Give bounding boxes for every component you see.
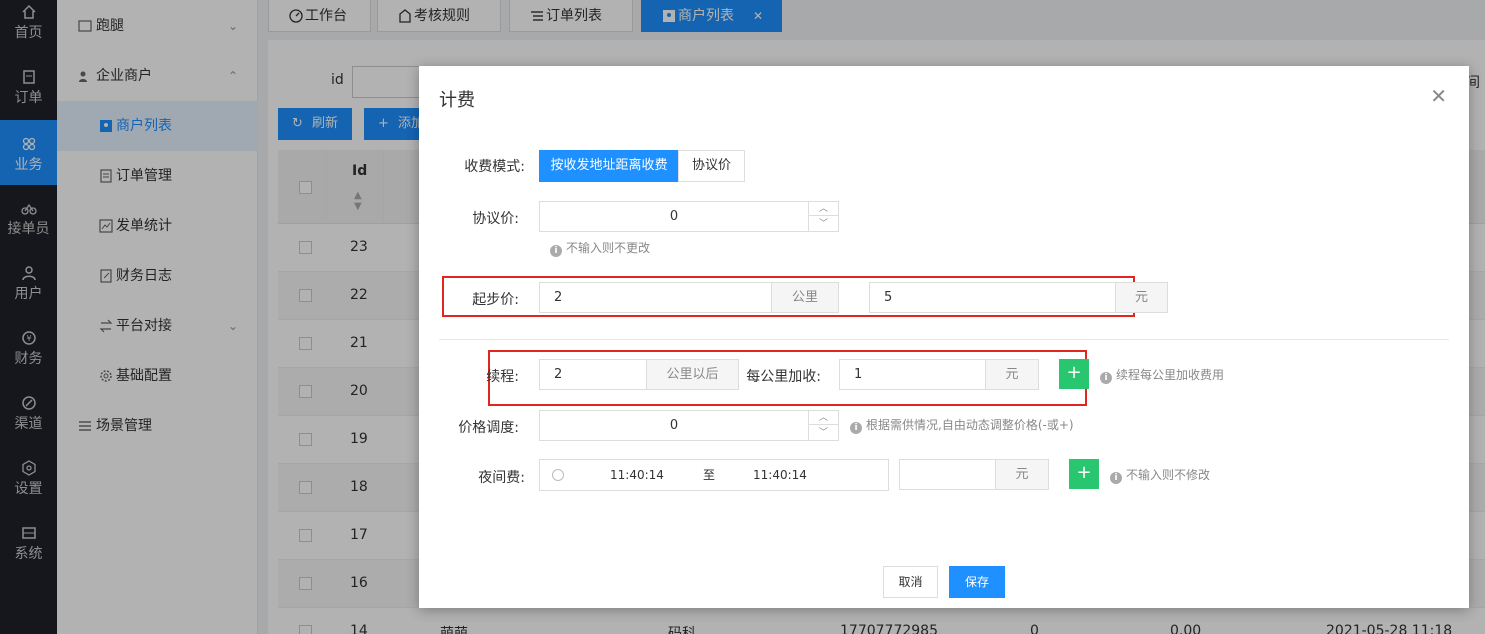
billing-dialog: 计费 ✕ 收费模式: 按收发地址距离收费 协议价 协议价: 0 ︿ ﹀ i 不输入… (419, 66, 1469, 608)
night-end-time[interactable]: 11:40:14 (753, 460, 807, 490)
continue-km-value: 2 (554, 367, 563, 382)
info-icon: i (1110, 472, 1122, 484)
per-km-input[interactable]: 1 (839, 359, 987, 390)
price-adjust-value: 0 (669, 418, 679, 433)
cancel-button[interactable]: 取消 (883, 566, 938, 598)
price-adjust-hint: i 根据需供情况,自由动态调整价格(-或+) (850, 416, 1074, 434)
night-fee-input[interactable] (899, 459, 997, 490)
dialog-title: 计费 (439, 90, 475, 111)
price-adjust-hint-text: 根据需供情况,自由动态调整价格(-或+) (866, 418, 1074, 432)
add-night-fee-button[interactable]: + (1069, 459, 1099, 489)
night-fee-hint-text: 不输入则不修改 (1126, 468, 1211, 482)
charge-mode-label: 收费模式: (464, 159, 525, 175)
chevron-down-icon[interactable]: ﹀ (809, 217, 838, 231)
start-price-input[interactable]: 5 (869, 282, 1116, 313)
continue-hint-text: 续程每公里加收费用 (1116, 368, 1225, 382)
agreement-price-value: 0 (669, 209, 679, 224)
agreement-hint: i 不输入则不更改 (550, 239, 650, 257)
time-range-separator: 至 (703, 468, 716, 482)
night-start-time[interactable]: 11:40:14 (610, 460, 664, 490)
chevron-up-icon[interactable]: ︿ (809, 202, 838, 216)
chevron-up-icon[interactable]: ︿ (809, 411, 838, 425)
start-price-label: 起步价: (472, 292, 519, 308)
add-continue-button[interactable]: + (1059, 359, 1089, 389)
start-price-value: 5 (884, 290, 893, 305)
start-price-unit: 元 (1115, 282, 1168, 313)
per-km-unit: 元 (985, 359, 1039, 390)
section-divider (439, 339, 1449, 340)
mode-agreement-button[interactable]: 协议价 (678, 150, 745, 182)
info-icon: i (850, 422, 862, 434)
start-km-value: 2 (554, 290, 563, 305)
agreement-hint-text: 不输入则不更改 (566, 241, 651, 255)
night-fee-unit: 元 (995, 459, 1049, 490)
mode-distance-button[interactable]: 按收发地址距离收费 (539, 150, 679, 182)
close-icon[interactable]: ✕ (1430, 84, 1447, 108)
price-adjust-label: 价格调度: (458, 420, 519, 436)
night-time-range[interactable]: 11:40:14 至 11:40:14 (539, 459, 889, 491)
chevron-down-icon[interactable]: ﹀ (809, 426, 838, 440)
per-km-value: 1 (854, 367, 863, 382)
continue-label: 续程: (486, 369, 519, 385)
continue-km-unit: 公里以后 (646, 359, 739, 390)
start-km-input[interactable]: 2 (539, 282, 772, 313)
clock-icon (552, 469, 564, 481)
info-icon: i (1100, 372, 1112, 384)
continue-hint: i 续程每公里加收费用 (1100, 366, 1224, 384)
start-km-unit: 公里 (771, 282, 839, 313)
per-km-label: 每公里加收: (746, 369, 821, 385)
number-stepper[interactable]: ︿ ﹀ (808, 411, 838, 440)
continue-km-input[interactable]: 2 (539, 359, 647, 390)
price-adjust-input[interactable]: 0 ︿ ﹀ (539, 410, 839, 441)
info-icon: i (550, 245, 562, 257)
night-fee-hint: i 不输入则不修改 (1110, 466, 1210, 484)
save-button[interactable]: 保存 (949, 566, 1005, 598)
night-fee-label: 夜间费: (478, 470, 525, 486)
agreement-price-input[interactable]: 0 ︿ ﹀ (539, 201, 839, 232)
number-stepper[interactable]: ︿ ﹀ (808, 202, 838, 231)
agreement-price-label: 协议价: (472, 211, 519, 227)
